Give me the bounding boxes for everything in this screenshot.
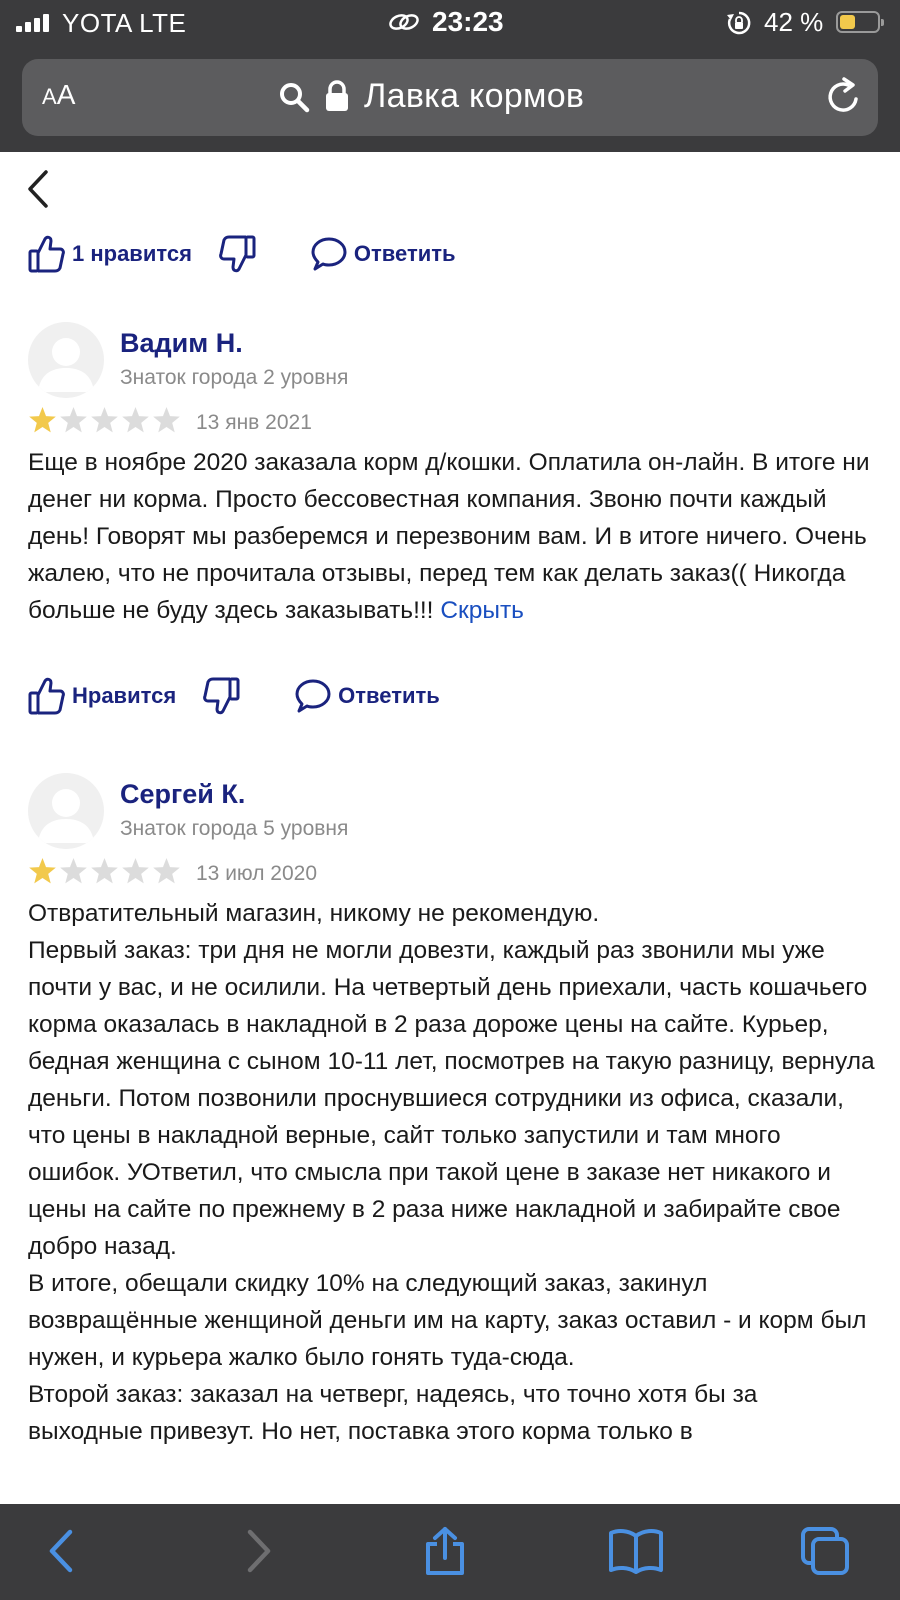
page-content: 1 нравится Ответить Вадим Н. Знаток горо… xyxy=(0,152,900,1504)
star-empty-icon xyxy=(60,858,87,884)
star-empty-icon xyxy=(91,407,118,433)
dislike-button[interactable] xyxy=(218,234,256,274)
star-filled-icon xyxy=(29,407,56,433)
thumbs-down-icon xyxy=(219,235,256,273)
forward-arrow-icon[interactable] xyxy=(232,1526,282,1576)
bookmarks-icon[interactable] xyxy=(608,1526,664,1576)
star-empty-icon xyxy=(153,407,180,433)
star-empty-icon xyxy=(122,407,149,433)
star-empty-icon xyxy=(153,858,180,884)
reply-label: Ответить xyxy=(338,683,440,708)
thumbs-up-icon xyxy=(28,677,65,715)
chevron-left-icon[interactable] xyxy=(22,166,56,212)
star-filled-icon xyxy=(29,858,56,884)
reply-button[interactable]: Ответить xyxy=(310,235,456,273)
star-empty-icon xyxy=(91,858,118,884)
review-text: Отвратительный магазин, никому не рекоме… xyxy=(28,900,875,1445)
tabs-icon[interactable] xyxy=(800,1526,850,1576)
battery-percent: 42 % xyxy=(764,7,824,37)
avatar[interactable] xyxy=(28,322,104,398)
search-icon xyxy=(280,83,310,113)
address-bar[interactable]: AA Лавка кормов xyxy=(22,59,878,136)
review-text: Еще в ноябре 2020 заказала корм д/кошки.… xyxy=(28,444,878,629)
battery-icon xyxy=(836,11,884,33)
rotation-lock-icon xyxy=(727,11,751,35)
review-author[interactable]: Сергей К. xyxy=(120,779,245,810)
review-actions-previous: 1 нравится Ответить xyxy=(28,232,456,276)
signal-icon xyxy=(16,14,49,32)
like-button[interactable]: 1 нравится xyxy=(28,234,192,274)
reply-label: Ответить xyxy=(353,241,456,266)
reply-button[interactable]: Ответить xyxy=(294,677,440,715)
review-date: 13 июл 2020 xyxy=(196,862,318,885)
carrier-label: YOTA LTE xyxy=(62,8,187,38)
like-label: Нравится xyxy=(72,683,177,708)
review-author-level: Знаток города 2 уровня xyxy=(120,366,349,389)
browser-chrome: YOTA LTE 23:23 42 % AA Лавка кормов xyxy=(0,0,900,152)
star-empty-icon xyxy=(122,858,149,884)
avatar[interactable] xyxy=(28,773,104,849)
dislike-button[interactable] xyxy=(202,676,240,716)
review-actions: Нравится Ответить xyxy=(28,674,440,718)
text-size-button[interactable]: AA xyxy=(42,79,75,111)
like-button[interactable]: Нравится xyxy=(28,676,176,716)
rating-stars xyxy=(28,857,181,885)
padlock-icon xyxy=(326,80,348,111)
share-icon[interactable] xyxy=(420,1526,470,1576)
status-bar: YOTA LTE 23:23 42 % xyxy=(0,0,900,44)
review-card: Вадим Н. Знаток города 2 уровня 13 янв 2… xyxy=(28,322,878,702)
review-author[interactable]: Вадим Н. xyxy=(120,328,243,359)
thumbs-down-icon xyxy=(203,677,240,715)
link-icon xyxy=(389,14,419,30)
clock: 23:23 xyxy=(432,6,504,37)
review-author-level: Знаток города 5 уровня xyxy=(120,817,349,840)
thumbs-up-icon xyxy=(28,235,65,273)
rating-stars xyxy=(28,406,181,434)
review-date: 13 янв 2021 xyxy=(196,411,312,434)
review-card: Сергей К. Знаток города 5 уровня 13 июл … xyxy=(28,773,878,1504)
back-arrow-icon[interactable] xyxy=(38,1526,88,1576)
star-empty-icon xyxy=(60,407,87,433)
site-title: Лавка кормов xyxy=(364,77,585,115)
reload-icon[interactable] xyxy=(824,77,864,117)
hide-link[interactable]: Скрыть xyxy=(440,597,524,624)
comment-icon xyxy=(311,237,347,271)
comment-icon xyxy=(295,679,331,713)
like-label: 1 нравится xyxy=(72,241,192,266)
browser-toolbar xyxy=(0,1504,900,1600)
